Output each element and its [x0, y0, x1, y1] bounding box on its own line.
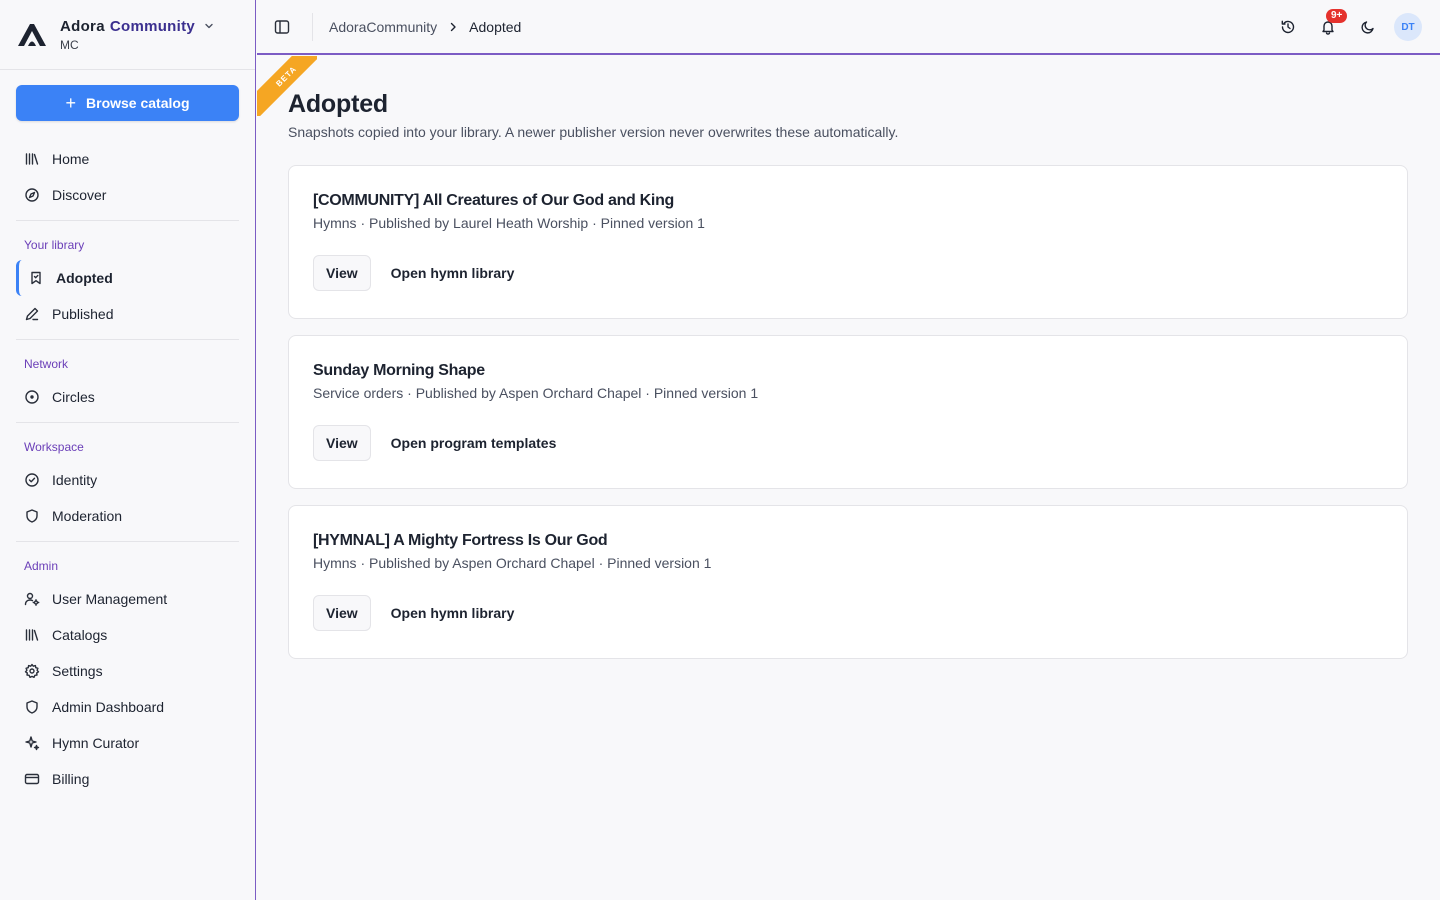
org-code: MC [60, 37, 79, 52]
sidebar-item-identity[interactable]: Identity [16, 462, 239, 498]
sidebar-item-label: Discover [52, 187, 107, 203]
open-library-link[interactable]: Open hymn library [391, 605, 515, 621]
open-templates-link[interactable]: Open program templates [391, 435, 557, 451]
card-title: [COMMUNITY] All Creatures of Our God and… [313, 192, 675, 209]
divider [16, 541, 239, 542]
history-icon [1281, 20, 1295, 34]
sidebar-item-catalogs[interactable]: Catalogs [16, 617, 239, 653]
brand-name-first: Adora [60, 17, 105, 35]
card-meta: Hymns · Published by Laurel Heath Worshi… [313, 215, 705, 231]
sidebar-item-hymn-curator[interactable]: Hymn Curator [16, 725, 239, 761]
notification-badge: 9+ [1326, 9, 1348, 23]
top-bar: AdoraCommunity Adopted 9+ DT [257, 0, 1440, 55]
credit-card-icon [24, 773, 40, 785]
card-actions: View Open hymn library [313, 595, 1383, 631]
pen-icon [25, 307, 39, 321]
breadcrumb-item-current: Adopted [469, 18, 522, 35]
sidebar-item-adopted[interactable]: Adopted [16, 260, 239, 296]
page-title: Adopted [288, 89, 388, 118]
sidebar-item-user-management[interactable]: User Management [16, 581, 239, 617]
history-button[interactable] [1274, 13, 1302, 41]
main-content: Adopted Snapshots copied into your libra… [288, 86, 1408, 675]
divider [312, 12, 313, 41]
browse-catalog-label: Browse catalog [86, 95, 190, 111]
sidebar-item-billing[interactable]: Billing [16, 761, 239, 797]
card-title: Sunday Morning Shape [313, 362, 485, 379]
view-button[interactable]: View [313, 425, 371, 461]
sidebar-item-label: Identity [52, 472, 98, 488]
library-icon [25, 153, 39, 165]
bookmark-icon [31, 271, 41, 285]
divider [16, 220, 239, 221]
section-admin: Admin [24, 559, 59, 573]
adopted-card: Sunday Morning Shape Service orders · Pu… [288, 335, 1408, 489]
sidebar-item-moderation[interactable]: Moderation [16, 498, 239, 534]
library-icon [25, 629, 39, 641]
user-avatar[interactable]: DT [1394, 13, 1422, 41]
card-meta: Hymns · Published by Aspen Orchard Chape… [313, 555, 712, 571]
sidebar-item-label: Circles [52, 389, 95, 405]
sparkles-icon [25, 736, 40, 751]
sidebar-item-label: Home [52, 151, 90, 167]
card-meta: Service orders · Published by Aspen Orch… [313, 385, 759, 401]
card-actions: View Open program templates [313, 425, 1383, 461]
sidebar-item-label: Published [52, 306, 114, 322]
sidebar-item-label: Adopted [56, 270, 113, 286]
sidebar: Adora Community MC + Browse catalog Home… [0, 0, 256, 900]
sidebar-item-label: Settings [52, 663, 103, 679]
gear-icon [24, 663, 40, 678]
theme-toggle-button[interactable] [1354, 13, 1382, 41]
adopted-card: [COMMUNITY] All Creatures of Our God and… [288, 165, 1408, 319]
workspace-switcher[interactable]: Adora Community MC [0, 0, 255, 70]
sidebar-item-label: Admin Dashboard [52, 699, 165, 715]
sidebar-item-label: User Management [52, 591, 168, 607]
sidebar-item-admin-dashboard[interactable]: Admin Dashboard [16, 689, 239, 725]
adopted-card: [HYMNAL] A Mighty Fortress Is Our God Hy… [288, 505, 1408, 659]
sidebar-item-settings[interactable]: Settings [16, 653, 239, 689]
header-actions: 9+ DT [1262, 9, 1422, 41]
breadcrumb-item-home[interactable]: AdoraCommunity [329, 19, 437, 35]
divider [16, 339, 239, 340]
user-cog-icon [24, 592, 40, 606]
breadcrumb: AdoraCommunity Adopted [329, 19, 521, 35]
section-workspace: Workspace [24, 440, 84, 454]
adora-logo-icon [18, 23, 46, 46]
view-button[interactable]: View [313, 595, 371, 631]
moon-icon [1361, 21, 1374, 34]
sidebar-item-label: Billing [52, 771, 90, 787]
card-title: [HYMNAL] A Mighty Fortress Is Our God [313, 532, 608, 549]
plus-icon: + [65, 93, 77, 113]
sidebar-item-circles[interactable]: Circles [16, 379, 239, 415]
circle-dot-icon [25, 390, 39, 404]
sidebar-item-published[interactable]: Published [16, 296, 239, 332]
notifications-button[interactable]: 9+ [1314, 9, 1348, 41]
chevron-right-icon [450, 22, 456, 31]
compass-icon [25, 188, 39, 202]
adopted-list: [COMMUNITY] All Creatures of Our God and… [288, 165, 1408, 659]
chevron-down-icon [205, 23, 213, 29]
open-library-link[interactable]: Open hymn library [391, 265, 515, 281]
divider [16, 422, 239, 423]
shield-icon [26, 509, 38, 523]
sidebar-item-discover[interactable]: Discover [16, 177, 239, 213]
sidebar-item-label: Catalogs [52, 627, 108, 643]
sidebar-item-home[interactable]: Home [16, 141, 239, 177]
section-your-library: Your library [24, 238, 85, 252]
brand-name-second: Community [109, 17, 196, 35]
badge-check-icon [25, 473, 39, 487]
sidebar-nav: Home Discover Your library Adopted Publi… [16, 141, 239, 797]
section-network: Network [24, 357, 69, 371]
sidebar-item-label: Moderation [52, 508, 123, 524]
sidebar-toggle-icon[interactable] [274, 19, 290, 35]
view-button[interactable]: View [313, 255, 371, 291]
sidebar-item-label: Hymn Curator [52, 735, 140, 751]
shield-icon [26, 700, 38, 714]
card-actions: View Open hymn library [313, 255, 1383, 291]
page-description: Snapshots copied into your library. A ne… [288, 124, 899, 140]
browse-catalog-button[interactable]: + Browse catalog [16, 85, 239, 121]
